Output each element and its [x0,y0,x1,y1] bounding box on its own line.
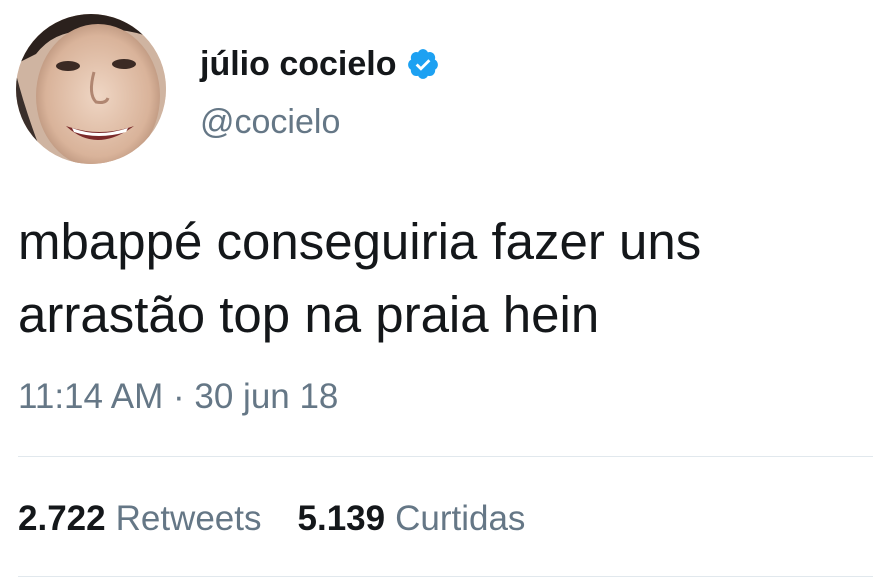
tweet-card: júlio cocielo @cocielo mbappé conseguiri… [0,0,873,582]
verified-badge-icon [406,47,440,81]
author-block: júlio cocielo @cocielo [200,44,440,142]
divider-bottom [18,576,873,577]
tweet-text-line-2: arrastão top na praia hein [18,286,600,343]
author-handle[interactable]: @cocielo [200,102,440,142]
likes-count: 5.139 [297,499,386,538]
retweets-count: 2.722 [18,499,106,538]
retweets-label: Retweets [115,499,262,538]
tweet-text: mbappé conseguiria fazer uns arrastão to… [18,205,858,351]
divider-top [18,456,873,457]
author-name-row: júlio cocielo [200,44,440,84]
avatar[interactable] [16,14,166,164]
author-display-name[interactable]: júlio cocielo [200,44,396,84]
avatar-face-image [16,14,166,164]
tweet-text-line-1: mbappé conseguiria fazer uns [18,213,702,270]
tweet-timestamp[interactable]: 11:14 AM · 30 jun 18 [18,376,338,418]
retweets-stat[interactable]: 2.722 Retweets [18,497,262,541]
likes-stat[interactable]: 5.139 Curtidas [298,497,526,541]
likes-label: Curtidas [395,499,526,538]
tweet-stats: 2.722 Retweets 5.139 Curtidas [18,497,561,541]
